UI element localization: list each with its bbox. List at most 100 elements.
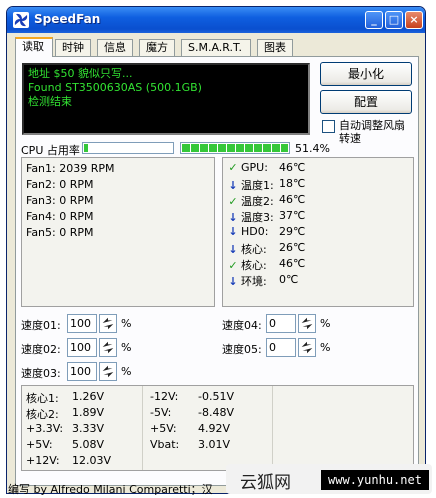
watermark: 云狐网 www.yunhu.net: [226, 464, 432, 494]
cpu-usage-bar-small-fill: [84, 144, 89, 152]
cpu-usage-value: 51.4%: [295, 142, 330, 155]
tab-exotics[interactable]: 魔方: [139, 39, 175, 56]
speed-label: 速度03:: [21, 367, 61, 380]
column-divider: [272, 386, 273, 470]
speed-label: 速度02:: [21, 343, 61, 356]
speed03-spinner[interactable]: [99, 362, 117, 381]
voltage-label: -12V:: [150, 390, 179, 403]
auto-fan-speed-label: 自动调整风扇: [339, 119, 405, 132]
speed04-control: 速度04: 0 %: [222, 314, 332, 334]
voltage-value: 3.33V: [72, 422, 105, 435]
fan-reading: Fan3: 0 RPM: [26, 194, 94, 207]
temp-value: 37℃: [279, 209, 306, 222]
voltage-value: 5.08V: [72, 438, 105, 451]
temperature-reading: ✓ 核心: 46℃: [227, 257, 305, 272]
voltage-label: 核心2:: [26, 408, 59, 421]
arrow-down-icon: ↓: [228, 179, 238, 192]
check-icon: ✓: [228, 161, 238, 174]
auto-fan-speed-checkbox[interactable]: [322, 120, 335, 133]
speed05-control: 速度05: 0 %: [222, 338, 332, 358]
voltage-readings-box: 核心1: 1.26V 核心2: 1.89V +3.3V: 3.33V +5V: …: [21, 385, 414, 471]
temp-label: 温度3:: [241, 211, 274, 224]
speed01-control: 速度01: 100 %: [21, 314, 131, 334]
voltage-label: +3.3V:: [26, 422, 64, 435]
fan-reading: Fan4: 0 RPM: [26, 210, 94, 223]
speed04-input[interactable]: 0: [266, 314, 296, 333]
tab-clock[interactable]: 时钟: [55, 39, 91, 56]
speed03-input[interactable]: 100: [67, 362, 97, 381]
voltage-label: -5V:: [150, 406, 172, 419]
speed-unit: %: [121, 365, 132, 378]
speed02-control: 速度02: 100 %: [21, 338, 131, 358]
log-line: Found ST3500630AS (500.1GB): [28, 81, 202, 94]
cpu-usage-bar: [180, 142, 290, 154]
speed05-spinner[interactable]: [298, 338, 316, 357]
temperature-readings-box: ✓ GPU: 46℃ ↓ 温度1: 18℃ ✓ 温度2: 46℃ ↓ 温度3: 37℃ …: [222, 157, 414, 307]
temp-value: 0℃: [279, 273, 299, 286]
temperature-reading: ✓ 温度2: 46℃: [227, 193, 305, 208]
speed03-control: 速度03: 100 %: [21, 362, 131, 382]
fan-app-icon: [13, 12, 29, 28]
speed-unit: %: [320, 317, 331, 330]
temperature-reading: ↓ 温度3: 37℃: [227, 209, 305, 224]
speed02-input[interactable]: 100: [67, 338, 97, 357]
speed-label: 速度04:: [222, 319, 262, 332]
fan-reading: Fan2: 0 RPM: [26, 178, 94, 191]
auto-fan-speed-label-2: 转速: [339, 132, 361, 145]
config-button[interactable]: 配置: [320, 90, 412, 114]
temperature-reading: ↓ 温度1: 18℃: [227, 177, 305, 192]
log-output[interactable]: 地址 $50 貌似只写... Found ST3500630AS (500.1G…: [22, 63, 310, 135]
tab-info[interactable]: 信息: [97, 39, 133, 56]
speed-label: 速度05:: [222, 343, 262, 356]
check-icon: ✓: [228, 259, 238, 272]
speed-unit: %: [121, 317, 132, 330]
arrow-down-icon: ↓: [228, 211, 238, 224]
temp-value: 29℃: [279, 225, 306, 238]
check-icon: ✓: [228, 195, 238, 208]
cpu-usage-label: CPU 占用率: [21, 144, 80, 157]
tab-readings[interactable]: 读取: [15, 37, 53, 57]
temp-value: 46℃: [279, 193, 306, 206]
maximize-window-button[interactable]: □: [385, 11, 403, 29]
speed01-spinner[interactable]: [99, 314, 117, 333]
speed-unit: %: [121, 341, 132, 354]
voltage-label: 核心1:: [26, 392, 59, 405]
voltage-value: 4.92V: [198, 422, 231, 435]
voltage-label: +12V:: [26, 454, 60, 467]
voltage-label: +5V:: [150, 422, 177, 435]
speedfan-window: SpeedFan _ □ × 读取 时钟 信息 魔方 S.M.A.R.T. 图表…: [6, 6, 426, 494]
readings-panel: 地址 $50 貌似只写... Found ST3500630AS (500.1G…: [15, 56, 419, 486]
log-line: 检测结束: [28, 95, 72, 108]
temp-value: 46℃: [279, 257, 306, 270]
temp-label: GPU:: [241, 161, 268, 174]
voltage-value: 3.01V: [198, 438, 231, 451]
speed04-spinner[interactable]: [298, 314, 316, 333]
voltage-value: 1.89V: [72, 406, 105, 419]
voltage-label: +5V:: [26, 438, 53, 451]
temperature-reading: ↓ HD0: 29℃: [227, 225, 305, 239]
speed05-input[interactable]: 0: [266, 338, 296, 357]
speed01-input[interactable]: 100: [67, 314, 97, 333]
arrow-down-icon: ↓: [228, 275, 238, 288]
title-bar[interactable]: SpeedFan _ □ ×: [7, 7, 425, 33]
tab-smart[interactable]: S.M.A.R.T.: [181, 39, 251, 56]
temp-label: 温度1:: [241, 179, 274, 192]
column-divider: [142, 386, 143, 470]
voltage-value: 12.03V: [72, 454, 112, 467]
voltage-value: -8.48V: [198, 406, 234, 419]
close-window-button[interactable]: ×: [405, 11, 423, 29]
temp-label: 核心:: [241, 243, 267, 256]
arrow-down-icon: ↓: [228, 225, 238, 238]
tab-charts[interactable]: 图表: [257, 39, 293, 56]
temp-value: 18℃: [279, 177, 306, 190]
minimize-window-button[interactable]: _: [365, 11, 383, 29]
speed-unit: %: [320, 341, 331, 354]
voltage-value: 1.26V: [72, 390, 105, 403]
watermark-logo-text: 云狐网: [240, 473, 291, 493]
speed02-spinner[interactable]: [99, 338, 117, 357]
speed-label: 速度01:: [21, 319, 61, 332]
minimize-button[interactable]: 最小化: [320, 62, 412, 86]
temp-label: 核心:: [241, 259, 267, 272]
arrow-down-icon: ↓: [228, 243, 238, 256]
voltage-value: -0.51V: [198, 390, 234, 403]
